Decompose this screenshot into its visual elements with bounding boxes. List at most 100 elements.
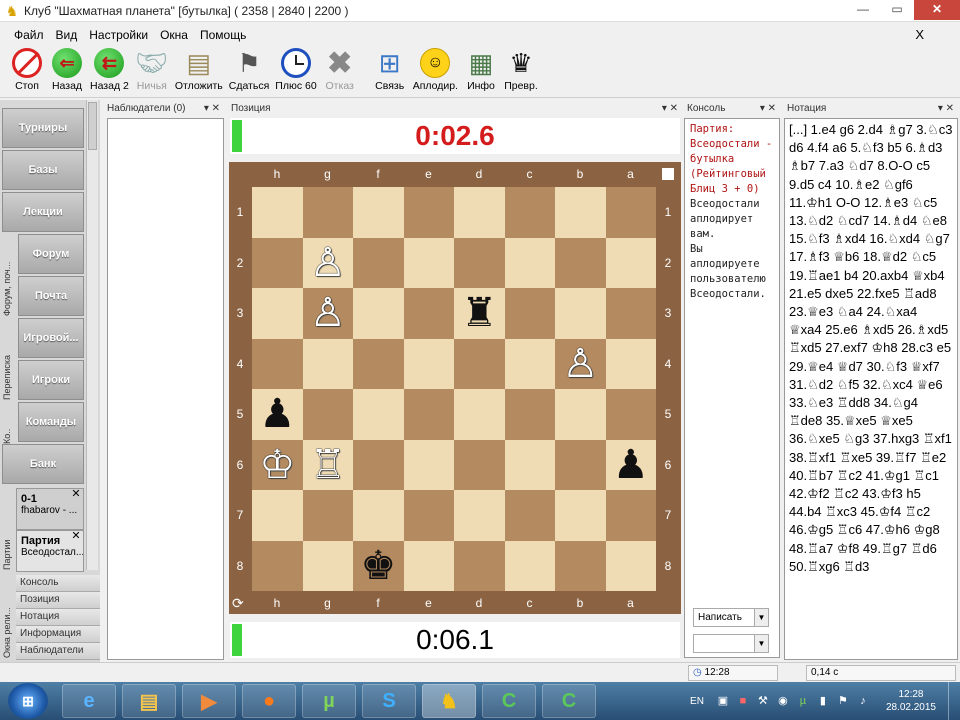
game-tab-finished[interactable]: 0-1 fhabarov - ... ✕ [16, 488, 84, 530]
white-piece-g3[interactable]: ♙ [310, 293, 346, 333]
chevron-down-icon[interactable]: ▼ [754, 609, 768, 626]
nav-tournaments[interactable]: Турниры [2, 108, 84, 148]
applaud-button[interactable]: ☺ Аплодир. [413, 46, 458, 92]
square-e2[interactable] [403, 237, 454, 288]
square-d6[interactable] [454, 439, 505, 490]
language-indicator[interactable]: EN [690, 696, 704, 707]
vertical-label-games[interactable]: Партии [2, 530, 14, 570]
back-2-button[interactable]: ⇇ Назад 2 [90, 46, 129, 92]
white-piece-g6[interactable]: ♖ [310, 445, 346, 485]
square-c1[interactable] [504, 187, 555, 238]
firefox-icon[interactable]: ● [242, 684, 296, 718]
square-a6[interactable]: ♟ [605, 439, 656, 490]
nav-databases[interactable]: Базы [2, 150, 84, 190]
square-g5[interactable] [302, 389, 353, 440]
window-item-observers[interactable]: Наблюдатели [16, 643, 100, 660]
tray-clock[interactable]: 12:28 28.02.2015 [886, 688, 936, 714]
square-e7[interactable] [403, 490, 454, 541]
nav-lectures[interactable]: Лекции [2, 192, 84, 232]
board-corner-button[interactable] [662, 168, 674, 180]
square-c3[interactable] [504, 288, 555, 339]
white-piece-h6[interactable]: ♔ [259, 445, 295, 485]
left-nav-scrollbar[interactable] [86, 100, 98, 570]
recipient-select[interactable]: ▼ [693, 634, 769, 653]
square-d4[interactable] [454, 338, 505, 389]
tray-icon[interactable]: ⚒ [756, 694, 770, 708]
maximize-button[interactable]: ▭ [880, 0, 914, 20]
connection-button[interactable]: ⊞ Связь [373, 46, 407, 93]
square-e3[interactable] [403, 288, 454, 339]
square-f4[interactable] [353, 338, 404, 389]
square-c2[interactable] [504, 237, 555, 288]
square-a3[interactable] [605, 288, 656, 339]
nav-game-room[interactable]: Игровой... [18, 318, 84, 358]
panel-controls[interactable]: ▾ ✕ [662, 102, 678, 116]
square-d3[interactable]: ♜ [454, 288, 505, 339]
tray-icon[interactable]: ■ [736, 694, 750, 708]
promotion-button[interactable]: ♛ Превр. [504, 46, 538, 93]
vertical-label-ko[interactable]: Ко.. [2, 404, 14, 444]
tray-icon[interactable]: ▣ [716, 694, 730, 708]
square-g6[interactable]: ♖ [302, 439, 353, 490]
write-select[interactable]: Написать ▼ [693, 608, 769, 627]
nav-mail[interactable]: Почта [18, 276, 84, 316]
square-a1[interactable] [605, 187, 656, 238]
panel-controls[interactable]: ▾ ✕ [760, 102, 776, 116]
square-a7[interactable] [605, 490, 656, 541]
square-e4[interactable] [403, 338, 454, 389]
nav-players[interactable]: Игроки [18, 360, 84, 400]
move-notation[interactable]: [...] 1.e4 g6 2.d4 ♗g7 3.♘c3 d6 4.f4 a6 … [786, 118, 956, 658]
panel-controls[interactable]: ▾ ✕ [938, 102, 954, 116]
square-c6[interactable] [504, 439, 555, 490]
resign-button[interactable]: ⚑ Сдаться [229, 46, 270, 93]
square-b7[interactable] [555, 490, 606, 541]
window-item-information[interactable]: Информация [16, 626, 100, 643]
camtasia-icon-2[interactable]: C [542, 684, 596, 718]
nav-teams[interactable]: Команды [18, 402, 84, 442]
nav-forum[interactable]: Форум [18, 234, 84, 274]
draw-button[interactable]: 🤝︎ Ничья [135, 46, 169, 93]
square-d1[interactable] [454, 187, 505, 238]
white-piece-g2[interactable]: ♙ [310, 243, 346, 283]
square-c8[interactable] [504, 540, 555, 591]
square-b8[interactable] [555, 540, 606, 591]
square-b5[interactable] [555, 389, 606, 440]
square-a5[interactable] [605, 389, 656, 440]
start-button[interactable]: ⊞ [8, 683, 48, 719]
scrollbar-thumb[interactable] [88, 102, 97, 150]
square-h5[interactable]: ♟ [252, 389, 303, 440]
utorrent-icon[interactable]: µ [302, 684, 356, 718]
flip-board-icon[interactable]: ⟳ [232, 595, 244, 612]
white-piece-b4[interactable]: ♙ [562, 344, 598, 384]
vertical-label-forum[interactable]: Форум, поч... [2, 236, 14, 316]
square-g8[interactable] [302, 540, 353, 591]
close-tab-icon[interactable]: ✕ [69, 489, 83, 501]
square-f7[interactable] [353, 490, 404, 541]
square-h8[interactable] [252, 540, 303, 591]
black-piece-d3[interactable]: ♜ [461, 293, 497, 333]
close-button[interactable]: ✕ [914, 0, 960, 20]
menu-file[interactable]: Файл [8, 28, 50, 42]
square-b1[interactable] [555, 187, 606, 238]
window-item-console[interactable]: Консоль [16, 575, 100, 592]
skype-icon[interactable]: S [362, 684, 416, 718]
minimize-button[interactable]: — [846, 0, 880, 20]
media-player-icon[interactable]: ▶ [182, 684, 236, 718]
show-desktop-button[interactable] [948, 682, 960, 720]
close-tab-icon[interactable]: ✕ [69, 531, 83, 543]
square-e5[interactable] [403, 389, 454, 440]
black-piece-h5[interactable]: ♟ [259, 394, 295, 434]
square-e1[interactable] [403, 187, 454, 238]
square-d2[interactable] [454, 237, 505, 288]
mdi-close-button[interactable]: X [915, 27, 924, 42]
square-c5[interactable] [504, 389, 555, 440]
camtasia-icon-1[interactable]: C [482, 684, 536, 718]
stop-button[interactable]: Стоп [10, 46, 44, 92]
info-button[interactable]: ▦ Инфо [464, 46, 498, 93]
explorer-icon[interactable]: ▤ [122, 684, 176, 718]
square-g1[interactable] [302, 187, 353, 238]
refuse-button[interactable]: ✖ Отказ [323, 46, 357, 93]
chevron-down-icon[interactable]: ▼ [754, 635, 768, 652]
square-f3[interactable] [353, 288, 404, 339]
square-g3[interactable]: ♙ [302, 288, 353, 339]
